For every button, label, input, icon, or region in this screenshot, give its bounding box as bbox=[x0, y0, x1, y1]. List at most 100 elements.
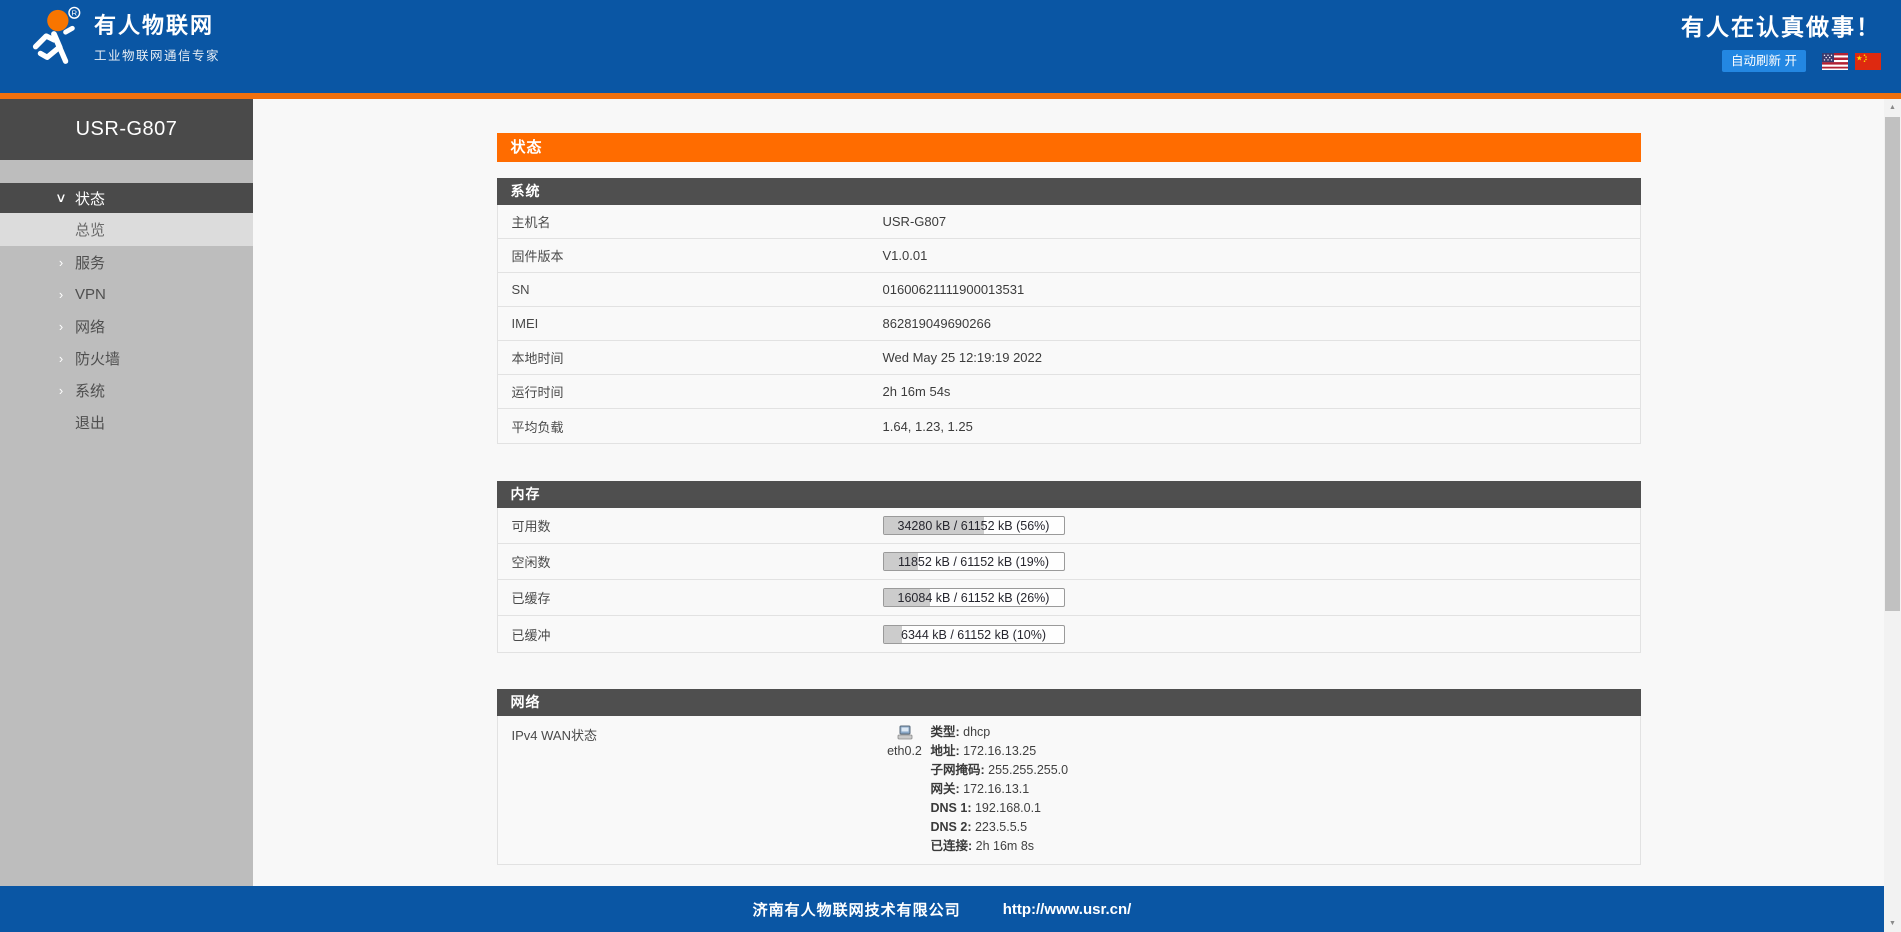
scrollbar-down-arrow-icon[interactable]: ▼ bbox=[1884, 915, 1901, 932]
us-flag-language-icon[interactable] bbox=[1822, 53, 1848, 70]
row-label: 已缓冲 bbox=[498, 616, 883, 652]
row-mem-cached: 已缓存 16084 kB / 61152 kB (26%) bbox=[498, 580, 1640, 616]
chevron-right-icon: › bbox=[53, 255, 69, 270]
memory-panel-title: 内存 bbox=[497, 481, 1641, 508]
memory-bar-text: 11852 kB / 61152 kB (19%) bbox=[884, 553, 1064, 571]
row-value: V1.0.01 bbox=[883, 239, 928, 272]
sidebar-spacer bbox=[0, 160, 253, 183]
wan-detail-line: 网关: 172.16.13.1 bbox=[931, 780, 1069, 799]
wan-detail-line: 类型: dhcp bbox=[931, 723, 1069, 742]
row-sn: SN 01600621111900013531 bbox=[498, 273, 1640, 307]
main-content: 状态 系统 主机名 USR-G807 固件版本 V1.0.01 SN 01600… bbox=[253, 99, 1884, 886]
sidebar-item-label: 总览 bbox=[75, 219, 105, 240]
memory-usage-bar: 34280 kB / 61152 kB (56%) bbox=[883, 516, 1065, 535]
sidebar-item-network[interactable]: › 网络 bbox=[0, 310, 253, 342]
chevron-right-icon: › bbox=[53, 319, 69, 334]
brand-title: 有人物联网 bbox=[94, 11, 220, 41]
row-label: 平均负载 bbox=[498, 409, 883, 443]
scrollbar-up-arrow-icon[interactable]: ▲ bbox=[1884, 99, 1901, 116]
footer-website-link[interactable]: http://www.usr.cn/ bbox=[1003, 901, 1132, 918]
system-panel-title: 系统 bbox=[497, 178, 1641, 205]
vertical-scrollbar[interactable]: ▲ ▼ bbox=[1884, 99, 1901, 932]
row-label: 运行时间 bbox=[498, 375, 883, 408]
auto-refresh-toggle-button[interactable]: 自动刷新 开 bbox=[1722, 50, 1806, 72]
row-label: 固件版本 bbox=[498, 239, 883, 272]
device-model-title: USR-G807 bbox=[0, 99, 253, 160]
wan-detail-line: DNS 1: 192.168.0.1 bbox=[931, 799, 1069, 818]
ethernet-interface-icon bbox=[897, 725, 913, 740]
sidebar-item-services[interactable]: › 服务 bbox=[0, 246, 253, 278]
row-value: 2h 16m 54s bbox=[883, 375, 951, 408]
sidebar-item-label: 系统 bbox=[75, 380, 105, 401]
row-ipv4-wan-status: IPv4 WAN状态 eth0.2 bbox=[498, 716, 1640, 864]
sidebar-item-logout[interactable]: 退出 bbox=[0, 406, 253, 438]
chevron-right-icon: › bbox=[53, 351, 69, 366]
sidebar-item-label: 状态 bbox=[75, 188, 105, 209]
sidebar-item-system[interactable]: › 系统 bbox=[0, 374, 253, 406]
row-value: 1.64, 1.23, 1.25 bbox=[883, 409, 973, 443]
row-imei: IMEI 862819049690266 bbox=[498, 307, 1640, 341]
row-value: Wed May 25 12:19:19 2022 bbox=[883, 341, 1043, 374]
row-label: IPv4 WAN状态 bbox=[498, 716, 883, 744]
row-mem-free: 空闲数 11852 kB / 61152 kB (19%) bbox=[498, 544, 1640, 580]
row-mem-available: 可用数 34280 kB / 61152 kB (56%) bbox=[498, 508, 1640, 544]
row-hostname: 主机名 USR-G807 bbox=[498, 205, 1640, 239]
row-value: 01600621111900013531 bbox=[883, 273, 1025, 306]
usr-person-logo-icon: R bbox=[22, 6, 84, 68]
sidebar-item-firewall[interactable]: › 防火墙 bbox=[0, 342, 253, 374]
sidebar-nav: USR-G807 ∨ 状态 总览 › 服务 › VPN › 网络 bbox=[0, 99, 253, 886]
sidebar-item-label: 防火墙 bbox=[75, 348, 120, 369]
row-label: 空闲数 bbox=[498, 544, 883, 579]
row-label: 本地时间 bbox=[498, 341, 883, 374]
cn-flag-language-icon[interactable] bbox=[1855, 53, 1881, 70]
memory-panel: 内存 可用数 34280 kB / 61152 kB (56%) 空闲数 bbox=[497, 481, 1641, 653]
brand-logo-block: R 有人物联网 工业物联网通信专家 bbox=[22, 6, 220, 68]
sidebar-item-overview[interactable]: 总览 bbox=[0, 213, 253, 246]
row-value: 862819049690266 bbox=[883, 307, 991, 340]
row-localtime: 本地时间 Wed May 25 12:19:19 2022 bbox=[498, 341, 1640, 375]
memory-usage-bar: 16084 kB / 61152 kB (26%) bbox=[883, 588, 1065, 607]
sidebar-item-vpn[interactable]: › VPN bbox=[0, 278, 253, 310]
memory-bar-text: 16084 kB / 61152 kB (26%) bbox=[884, 589, 1064, 607]
row-mem-buffered: 已缓冲 6344 kB / 61152 kB (10%) bbox=[498, 616, 1640, 652]
wan-interface-name: eth0.2 bbox=[887, 742, 922, 761]
scrollbar-thumb[interactable] bbox=[1885, 117, 1900, 611]
row-loadavg: 平均负载 1.64, 1.23, 1.25 bbox=[498, 409, 1640, 443]
sidebar-item-label: 网络 bbox=[75, 316, 105, 337]
row-firmware: 固件版本 V1.0.01 bbox=[498, 239, 1640, 273]
row-uptime: 运行时间 2h 16m 54s bbox=[498, 375, 1640, 409]
sidebar-item-label: VPN bbox=[75, 286, 106, 303]
sidebar-item-label: 退出 bbox=[75, 412, 105, 433]
chevron-down-icon: ∨ bbox=[51, 190, 71, 206]
slogan-text: 有人在认真做事！ bbox=[1681, 12, 1881, 42]
row-label: 可用数 bbox=[498, 508, 883, 543]
row-label: 主机名 bbox=[498, 205, 883, 238]
row-value: USR-G807 bbox=[883, 205, 947, 238]
chevron-right-icon: › bbox=[53, 287, 69, 302]
memory-usage-bar: 11852 kB / 61152 kB (19%) bbox=[883, 552, 1065, 571]
sidebar-item-status[interactable]: ∨ 状态 bbox=[0, 183, 253, 213]
system-panel: 系统 主机名 USR-G807 固件版本 V1.0.01 SN 01600621… bbox=[497, 178, 1641, 444]
wan-details: 类型: dhcp 地址: 172.16.13.25 子网掩码: 255.255.… bbox=[931, 723, 1069, 856]
brand-subtitle: 工业物联网通信专家 bbox=[94, 45, 220, 64]
chevron-right-icon: › bbox=[53, 383, 69, 398]
row-label: 已缓存 bbox=[498, 580, 883, 615]
wan-detail-line: 已连接: 2h 16m 8s bbox=[931, 837, 1069, 856]
router-admin-page: R 有人物联网 工业物联网通信专家 有人在认真做事！ 自动刷新 开 bbox=[0, 0, 1901, 932]
footer-company-name: 济南有人物联网技术有限公司 bbox=[753, 899, 961, 920]
wan-detail-line: DNS 2: 223.5.5.5 bbox=[931, 818, 1069, 837]
svg-text:R: R bbox=[72, 9, 78, 18]
network-panel: 网络 IPv4 WAN状态 bbox=[497, 689, 1641, 865]
sidebar-item-label: 服务 bbox=[75, 252, 105, 273]
row-label: SN bbox=[498, 273, 883, 306]
page-title: 状态 bbox=[497, 133, 1641, 162]
top-header-bar: R 有人物联网 工业物联网通信专家 有人在认真做事！ 自动刷新 开 bbox=[0, 0, 1901, 93]
memory-bar-text: 34280 kB / 61152 kB (56%) bbox=[884, 517, 1064, 535]
network-panel-title: 网络 bbox=[497, 689, 1641, 716]
wan-detail-line: 子网掩码: 255.255.255.0 bbox=[931, 761, 1069, 780]
memory-bar-text: 6344 kB / 61152 kB (10%) bbox=[884, 626, 1064, 644]
memory-usage-bar: 6344 kB / 61152 kB (10%) bbox=[883, 625, 1065, 644]
row-label: IMEI bbox=[498, 307, 883, 340]
wan-detail-line: 地址: 172.16.13.25 bbox=[931, 742, 1069, 761]
footer-bar: 济南有人物联网技术有限公司 http://www.usr.cn/ bbox=[0, 886, 1884, 932]
